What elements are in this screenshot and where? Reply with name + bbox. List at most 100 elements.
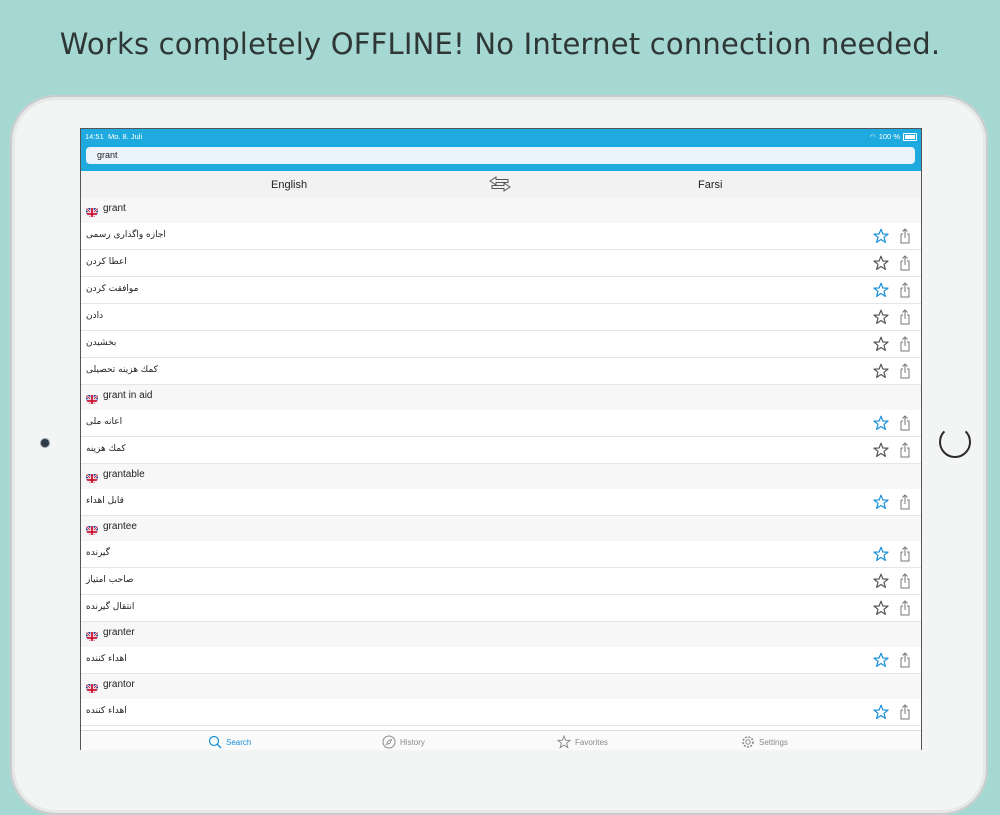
entry-header: grantable bbox=[81, 464, 921, 489]
translation-row[interactable]: صاحب امتیاز bbox=[81, 568, 921, 595]
translation-row[interactable]: کمك هزینه تحصیلی bbox=[81, 358, 921, 385]
favorite-star-icon[interactable] bbox=[873, 363, 889, 379]
translation-row[interactable]: اجازه واگذاری رسمی bbox=[81, 223, 921, 250]
share-icon[interactable] bbox=[899, 255, 911, 271]
favorite-star-icon[interactable] bbox=[873, 600, 889, 616]
tab-favorites[interactable]: Favorites bbox=[557, 735, 608, 749]
translation-text: قابل اهداء bbox=[86, 496, 124, 506]
share-icon[interactable] bbox=[899, 546, 911, 562]
tab-label: Settings bbox=[759, 737, 788, 747]
tab-label: Favorites bbox=[575, 737, 608, 747]
app-screen: 14:51 Mo. 8. Juli ◠ 100 % grant English … bbox=[80, 128, 922, 750]
tab-label: Search bbox=[226, 737, 252, 747]
tab-settings[interactable]: Settings bbox=[741, 735, 788, 749]
translation-text: اهداء کننده bbox=[86, 706, 127, 716]
uk-flag-icon bbox=[86, 523, 98, 535]
translation-text: بخشیدن bbox=[86, 338, 117, 348]
translation-text: اجازه واگذاری رسمی bbox=[86, 230, 166, 240]
translation-row[interactable]: اهداء کننده bbox=[81, 647, 921, 674]
entry-header: grantee bbox=[81, 516, 921, 541]
tab-search[interactable]: Search bbox=[208, 735, 251, 749]
entry-word: grant in aid bbox=[103, 390, 153, 401]
uk-flag-icon bbox=[86, 392, 98, 404]
favorite-star-icon[interactable] bbox=[873, 336, 889, 352]
tab-bar: Search History Favorites Settings bbox=[81, 730, 921, 750]
favorite-star-icon[interactable] bbox=[873, 494, 889, 510]
uk-flag-icon bbox=[86, 629, 98, 641]
translation-row[interactable]: موافقت کردن bbox=[81, 277, 921, 304]
tab-history[interactable]: History bbox=[382, 735, 425, 749]
translation-text: اعطا کردن bbox=[86, 257, 127, 267]
translation-row[interactable]: اهداء کننده bbox=[81, 699, 921, 726]
battery-label: 100 % bbox=[878, 132, 900, 141]
share-icon[interactable] bbox=[899, 704, 911, 720]
status-time: 14:51 Mo. 8. Juli bbox=[85, 132, 143, 141]
translation-row[interactable]: گیرنده bbox=[81, 541, 921, 568]
entry-word: grantor bbox=[103, 679, 135, 690]
translation-row[interactable]: قابل اهداء bbox=[81, 489, 921, 516]
entry-word: grantable bbox=[103, 469, 145, 480]
entry-header: granter bbox=[81, 622, 921, 647]
compass-icon bbox=[382, 735, 396, 749]
gear-icon bbox=[741, 735, 755, 749]
translation-row[interactable]: بخشیدن bbox=[81, 331, 921, 358]
translation-row[interactable]: اعطا کردن bbox=[81, 250, 921, 277]
entry-word: grant bbox=[103, 203, 126, 214]
search-icon bbox=[208, 735, 222, 749]
battery-icon bbox=[903, 132, 917, 141]
share-icon[interactable] bbox=[899, 652, 911, 668]
share-icon[interactable] bbox=[899, 336, 911, 352]
favorite-star-icon[interactable] bbox=[873, 255, 889, 271]
favorite-star-icon[interactable] bbox=[873, 546, 889, 562]
share-icon[interactable] bbox=[899, 309, 911, 325]
favorite-star-icon[interactable] bbox=[873, 309, 889, 325]
share-icon[interactable] bbox=[899, 363, 911, 379]
search-input[interactable]: grant bbox=[86, 147, 915, 164]
translation-text: کمك هزینه bbox=[86, 444, 126, 454]
entry-header: grant bbox=[81, 198, 921, 223]
tab-label: History bbox=[400, 737, 425, 747]
results-list: grant اجازه واگذاری رسمی اعطا کردن موافقت ک… bbox=[81, 198, 921, 726]
translation-text: انتقال گیرنده bbox=[86, 602, 135, 612]
translation-text: اهداء کننده bbox=[86, 654, 127, 664]
share-icon[interactable] bbox=[899, 600, 911, 616]
translation-text: گیرنده bbox=[86, 548, 110, 558]
translation-row[interactable]: دادن bbox=[81, 304, 921, 331]
share-icon[interactable] bbox=[899, 415, 911, 431]
translation-row[interactable]: انتقال گیرنده bbox=[81, 595, 921, 622]
headline: Works completely OFFLINE! No Internet co… bbox=[59, 27, 941, 61]
share-icon[interactable] bbox=[899, 282, 911, 298]
entry-header: grant in aid bbox=[81, 385, 921, 410]
translation-row[interactable]: کمك هزینه bbox=[81, 437, 921, 464]
translation-text: صاحب امتیاز bbox=[86, 575, 134, 585]
wifi-icon: ◠ bbox=[869, 133, 876, 141]
share-icon[interactable] bbox=[899, 573, 911, 589]
uk-flag-icon bbox=[86, 681, 98, 693]
translation-text: موافقت کردن bbox=[86, 284, 139, 294]
favorite-star-icon[interactable] bbox=[873, 704, 889, 720]
target-language[interactable]: Farsi bbox=[698, 179, 722, 191]
favorite-star-icon[interactable] bbox=[873, 442, 889, 458]
share-icon[interactable] bbox=[899, 228, 911, 244]
star-icon bbox=[557, 735, 571, 749]
entry-header: grantor bbox=[81, 674, 921, 699]
favorite-star-icon[interactable] bbox=[873, 652, 889, 668]
status-bar: 14:51 Mo. 8. Juli ◠ 100 % bbox=[85, 131, 917, 143]
translation-text: اعانه ملی bbox=[86, 417, 123, 427]
favorite-star-icon[interactable] bbox=[873, 415, 889, 431]
translation-row[interactable]: اعانه ملی bbox=[81, 410, 921, 437]
entry-word: grantee bbox=[103, 521, 137, 532]
source-language[interactable]: English bbox=[271, 179, 307, 191]
camera-icon bbox=[41, 439, 49, 447]
uk-flag-icon bbox=[86, 471, 98, 483]
share-icon[interactable] bbox=[899, 494, 911, 510]
swap-languages-icon[interactable] bbox=[488, 176, 512, 192]
uk-flag-icon bbox=[86, 205, 98, 217]
status-right: ◠ 100 % bbox=[870, 132, 917, 141]
favorite-star-icon[interactable] bbox=[873, 228, 889, 244]
share-icon[interactable] bbox=[899, 442, 911, 458]
favorite-star-icon[interactable] bbox=[873, 573, 889, 589]
favorite-star-icon[interactable] bbox=[873, 282, 889, 298]
entry-word: granter bbox=[103, 627, 135, 638]
language-bar: English Farsi bbox=[81, 171, 921, 198]
